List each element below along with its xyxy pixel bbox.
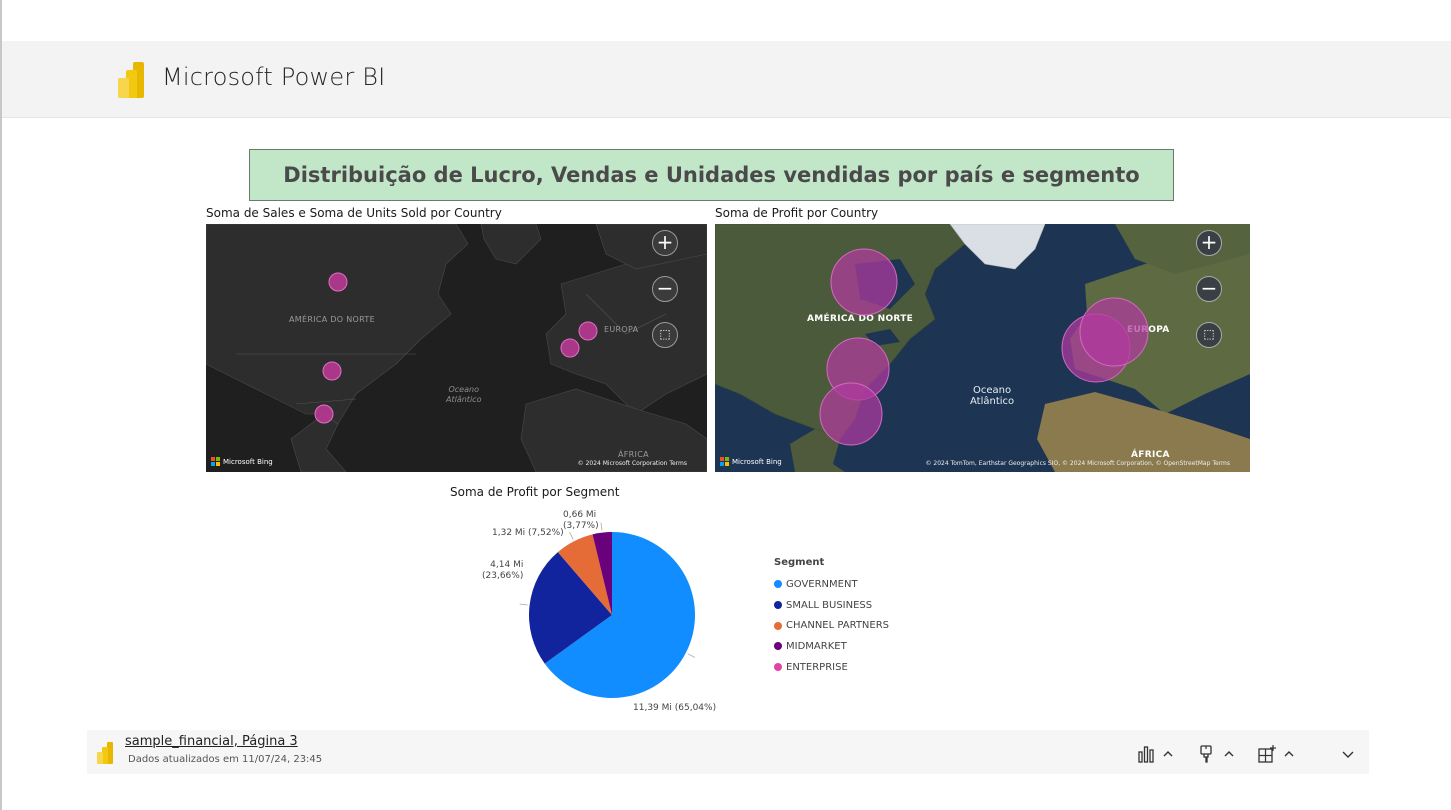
pie-label-midmarket: 0,66 Mi (3,77%) xyxy=(563,510,599,532)
legend-title: Segment xyxy=(774,557,825,568)
legend-dot xyxy=(774,580,782,589)
legend-item-enterprise[interactable]: ENTERPRISE xyxy=(774,657,889,678)
legend-dot xyxy=(774,601,782,610)
pie-label-channel-partners: 1,32 Mi (7,52%) xyxy=(492,528,564,539)
map-profit-visual[interactable]: AMÉRICA DO NORTE EUROPA Oceano Atlântico… xyxy=(715,224,1250,472)
chevron-up-icon xyxy=(1284,751,1294,757)
report-name-link[interactable]: sample_financial, Página 3 xyxy=(125,734,298,749)
select-area-button[interactable]: ⬚ xyxy=(652,322,678,348)
power-bi-logo-icon xyxy=(118,62,144,98)
pie-label-midmarket-percent: (3,77%) xyxy=(563,521,599,531)
pie-leader-line xyxy=(519,603,528,606)
footer-bar: sample_financial, Página 3 Dados atualiz… xyxy=(87,730,1369,774)
select-area-button[interactable]: ⬚ xyxy=(1196,322,1222,348)
bing-attribution: Microsoft Bing xyxy=(211,457,273,466)
zoom-in-button[interactable]: + xyxy=(1196,230,1222,256)
chevron-down-icon xyxy=(1342,751,1354,758)
report-title-box: Distribuição de Lucro, Vendas e Unidades… xyxy=(249,149,1174,201)
bubble-canada[interactable] xyxy=(830,248,898,316)
add-visual-button[interactable] xyxy=(1257,743,1295,765)
bar-chart-icon xyxy=(1138,746,1154,763)
visual-type-button[interactable] xyxy=(1136,743,1174,765)
legend-dot xyxy=(774,663,782,672)
app-title: Microsoft Power BI xyxy=(162,63,386,91)
legend-item-small-business[interactable]: SMALL BUSINESS xyxy=(774,595,889,616)
paint-brush-icon xyxy=(1200,745,1212,763)
pie-label-small-business-value: 4,14 Mi xyxy=(490,560,524,570)
legend-label: ENTERPRISE xyxy=(786,661,848,673)
bubble-mexico[interactable] xyxy=(314,404,334,424)
legend-item-channel-partners[interactable]: CHANNEL PARTNERS xyxy=(774,615,889,636)
format-button[interactable] xyxy=(1197,743,1235,765)
collapse-button[interactable] xyxy=(1341,743,1355,765)
bing-attribution: Microsoft Bing xyxy=(720,457,782,466)
chevron-up-icon xyxy=(1163,751,1173,757)
pie-label-government-value: 11,39 Mi (65,04%) xyxy=(633,703,717,713)
pie-label-small-business: 4,14 Mi (23,66%) xyxy=(482,560,523,582)
chevron-up-icon xyxy=(1224,751,1234,757)
microsoft-logo-icon xyxy=(720,457,729,466)
legend-label: SMALL BUSINESS xyxy=(786,599,873,611)
microsoft-logo-icon xyxy=(211,457,220,466)
pie-label-channel-partners-value: 1,32 Mi (7,52%) xyxy=(492,528,564,538)
legend-item-midmarket[interactable]: MIDMARKET xyxy=(774,636,889,657)
legend-item-government[interactable]: GOVERNMENT xyxy=(774,574,889,595)
map-sales-bubbles xyxy=(314,272,598,424)
pie-leader-line xyxy=(569,532,574,540)
data-updated-text: Dados atualizados em 11/07/24, 23:45 xyxy=(128,754,323,765)
map-copyright[interactable]: © 2024 TomTom, Earthstar Geographics SIO… xyxy=(926,460,1231,467)
pie-label-midmarket-value: 0,66 Mi xyxy=(563,510,597,520)
zoom-in-button[interactable]: + xyxy=(652,230,678,256)
add-visual-icon xyxy=(1258,745,1276,763)
header-bar: Microsoft Power BI xyxy=(2,41,1451,118)
pie-label-government: 11,39 Mi (65,04%) xyxy=(633,703,716,714)
bubble-mexico[interactable] xyxy=(819,382,883,446)
map-copyright[interactable]: © 2024 Microsoft Corporation Terms xyxy=(578,460,687,467)
pie-label-small-business-percent: (23,66%) xyxy=(482,571,524,581)
pie-leader-line xyxy=(600,522,603,531)
legend-label: MIDMARKET xyxy=(786,640,847,652)
map-profit-bubbles xyxy=(819,248,1149,446)
legend-dot xyxy=(774,621,782,630)
legend-label: GOVERNMENT xyxy=(786,578,858,590)
zoom-out-button[interactable]: − xyxy=(1196,276,1222,302)
bubble-germany[interactable] xyxy=(1079,297,1149,367)
bubble-germany[interactable] xyxy=(578,321,598,341)
map-profit-title: Soma de Profit por Country xyxy=(715,206,879,220)
map-sales-title: Soma de Sales e Soma de Units Sold por C… xyxy=(206,206,502,220)
report-title: Distribuição de Lucro, Vendas e Unidades… xyxy=(283,163,1140,187)
legend-label: CHANNEL PARTNERS xyxy=(786,620,890,632)
bubble-france[interactable] xyxy=(560,338,580,358)
zoom-out-button[interactable]: − xyxy=(652,276,678,302)
pie-title: Soma de Profit por Segment xyxy=(450,485,620,499)
window-edge xyxy=(0,0,2,810)
bing-label: Microsoft Bing xyxy=(223,457,273,466)
map-sales-visual[interactable]: AMÉRICA DO NORTE EUROPA Oceano Atlântico… xyxy=(206,224,707,472)
power-bi-logo-icon xyxy=(97,742,113,764)
bing-label: Microsoft Bing xyxy=(732,457,782,466)
pie-legend: Segment GOVERNMENT SMALL BUSINESS CHANNE… xyxy=(774,557,889,677)
bubble-usa[interactable] xyxy=(322,361,342,381)
pie-leader-line xyxy=(687,653,695,658)
bubble-canada[interactable] xyxy=(328,272,348,292)
legend-dot xyxy=(774,642,782,651)
